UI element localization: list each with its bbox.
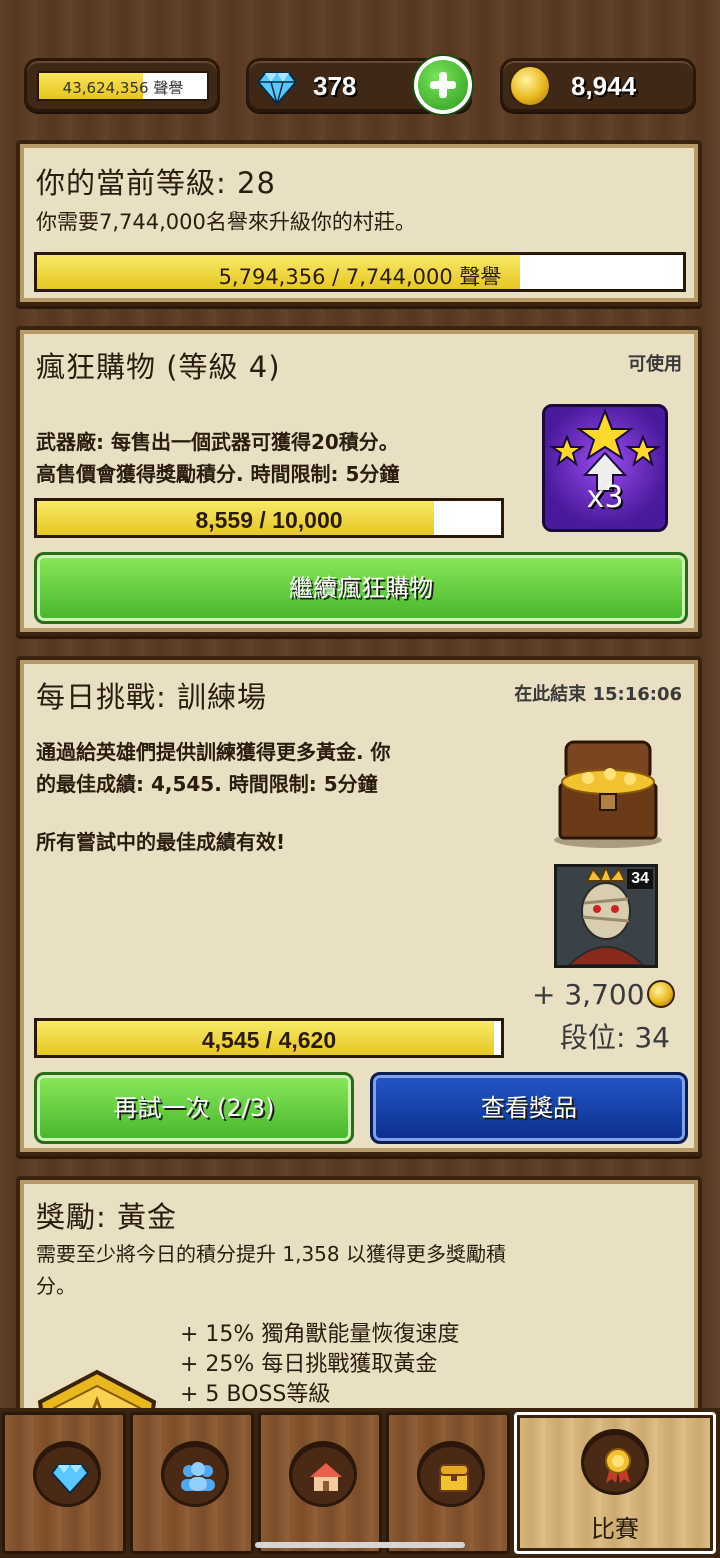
gem-icon bbox=[50, 1464, 90, 1495]
bottom-navigation: 比賽 bbox=[0, 1408, 720, 1558]
challenge-line-2: 的最佳成績: 4,545. 時間限制: 5分鐘 bbox=[36, 772, 378, 796]
rank-text: 段位: 34 bbox=[560, 1021, 670, 1054]
level-description: 你需要7,744,000名譽來升級你的村莊。 bbox=[36, 210, 416, 234]
nav-item-competition[interactable]: 比賽 bbox=[514, 1412, 716, 1554]
nav-item-village[interactable] bbox=[258, 1412, 382, 1554]
challenge-line-1: 通過給英雄們提供訓練獲得更多黃金. 你 bbox=[36, 740, 391, 764]
shopping-line-1: 武器廠: 每售出一個武器可獲得20積分。 bbox=[36, 430, 399, 454]
gold-coin-icon bbox=[509, 65, 551, 107]
nav-item-heroes[interactable] bbox=[130, 1412, 254, 1554]
nav-icon-holder bbox=[33, 1441, 101, 1507]
medal-icon bbox=[605, 1448, 631, 1483]
nav-icon-holder bbox=[417, 1441, 485, 1507]
nav-icon-holder bbox=[581, 1429, 649, 1495]
retry-button[interactable]: 再試一次 (2/3) bbox=[34, 1072, 354, 1144]
bonus-2: + 25% 每日挑戰獲取黃金 bbox=[180, 1352, 438, 1377]
top-resource-bar: 43,624,356 聲譽 378 8,944 bbox=[0, 0, 720, 128]
shopping-status: 可使用 bbox=[628, 354, 682, 375]
gold-count: 8,944 bbox=[571, 71, 637, 101]
reward-title: 獎勵: 黃金 bbox=[36, 1200, 177, 1234]
nav-icon-holder bbox=[161, 1441, 229, 1507]
reward-line-1: 需要至少將今日的積分提升 1,358 以獲得更多獎勵積 bbox=[36, 1242, 506, 1266]
boost-multiplier: x3 bbox=[586, 480, 624, 515]
home-indicator bbox=[255, 1542, 465, 1548]
shopping-progress-text: 8,559 / 10,000 bbox=[195, 507, 343, 533]
challenge-progress-bar: 4,545 / 4,620 bbox=[34, 1018, 504, 1058]
group-icon bbox=[181, 1462, 215, 1491]
diamond-icon bbox=[257, 72, 297, 107]
add-gems-button[interactable] bbox=[414, 56, 472, 114]
continue-shopping-button[interactable]: 繼續瘋狂購物 bbox=[34, 552, 688, 624]
view-prizes-button[interactable]: 查看獎品 bbox=[370, 1072, 688, 1144]
reward-line-2: 分。 bbox=[36, 1274, 76, 1298]
challenge-title: 每日挑戰: 訓練場 bbox=[36, 680, 267, 714]
daily-challenge-panel: 每日挑戰: 訓練場 在此結束 15:16:06 通過給英雄們提供訓練獲得更多黃金… bbox=[16, 656, 702, 1156]
bonus-3: + 5 BOSS等級 bbox=[180, 1382, 331, 1407]
reward-panel: 獎勵: 黃金 需要至少將今日的積分提升 1,358 以獲得更多獎勵積 分。 + … bbox=[16, 1176, 702, 1474]
nav-label-competition: 比賽 bbox=[591, 1515, 639, 1543]
level-progress-bar: 5,794,356 / 7,744,000 聲譽 bbox=[34, 252, 686, 292]
challenge-end-time: 在此結束 15:16:06 bbox=[514, 684, 682, 705]
level-panel: 你的當前等級: 28 你需要7,744,000名譽來升級你的村莊。 5,794,… bbox=[16, 140, 702, 306]
reward-gold-amount: + 3,700 bbox=[532, 978, 645, 1011]
shopping-title: 瘋狂購物 (等級 4) bbox=[36, 350, 281, 384]
chest-icon bbox=[439, 1464, 469, 1492]
challenge-line-3: 所有嘗試中的最佳成績有效! bbox=[36, 830, 286, 854]
gold-pill[interactable]: 8,944 bbox=[500, 58, 696, 112]
crazy-shopping-panel: 瘋狂購物 (等級 4) 可使用 武器廠: 每售出一個武器可獲得20積分。 高售價… bbox=[16, 326, 702, 636]
boss-portrait: 34 bbox=[554, 864, 658, 968]
boost-stars-icon: x3 bbox=[542, 404, 668, 532]
gem-count: 378 bbox=[313, 71, 357, 101]
reputation-pill[interactable]: 43,624,356 聲譽 bbox=[24, 58, 220, 112]
level-progress-text: 5,794,356 / 7,744,000 聲譽 bbox=[218, 265, 502, 289]
treasure-chest-icon bbox=[554, 740, 662, 848]
challenge-progress-text: 4,545 / 4,620 bbox=[201, 1027, 337, 1053]
shopping-progress-bar: 8,559 / 10,000 bbox=[34, 498, 504, 538]
reward-gold: + 3,700 bbox=[532, 978, 675, 1011]
reputation-text: 43,624,356 聲譽 bbox=[62, 79, 184, 97]
shopping-line-2: 高售價會獲得獎勵積分. 時間限制: 5分鐘 bbox=[36, 462, 400, 486]
rank-badge: 34 bbox=[627, 869, 653, 889]
village-icon bbox=[310, 1463, 342, 1491]
level-title: 你的當前等級: 28 bbox=[36, 166, 276, 200]
nav-item-shop[interactable] bbox=[2, 1412, 126, 1554]
nav-item-chest[interactable] bbox=[386, 1412, 510, 1554]
gold-coin-icon bbox=[646, 980, 675, 1008]
reputation-progress-bar: 43,624,356 聲譽 bbox=[37, 71, 209, 101]
nav-icon-holder bbox=[289, 1441, 357, 1507]
bonus-1: + 15% 獨角獸能量恢復速度 bbox=[180, 1322, 460, 1347]
